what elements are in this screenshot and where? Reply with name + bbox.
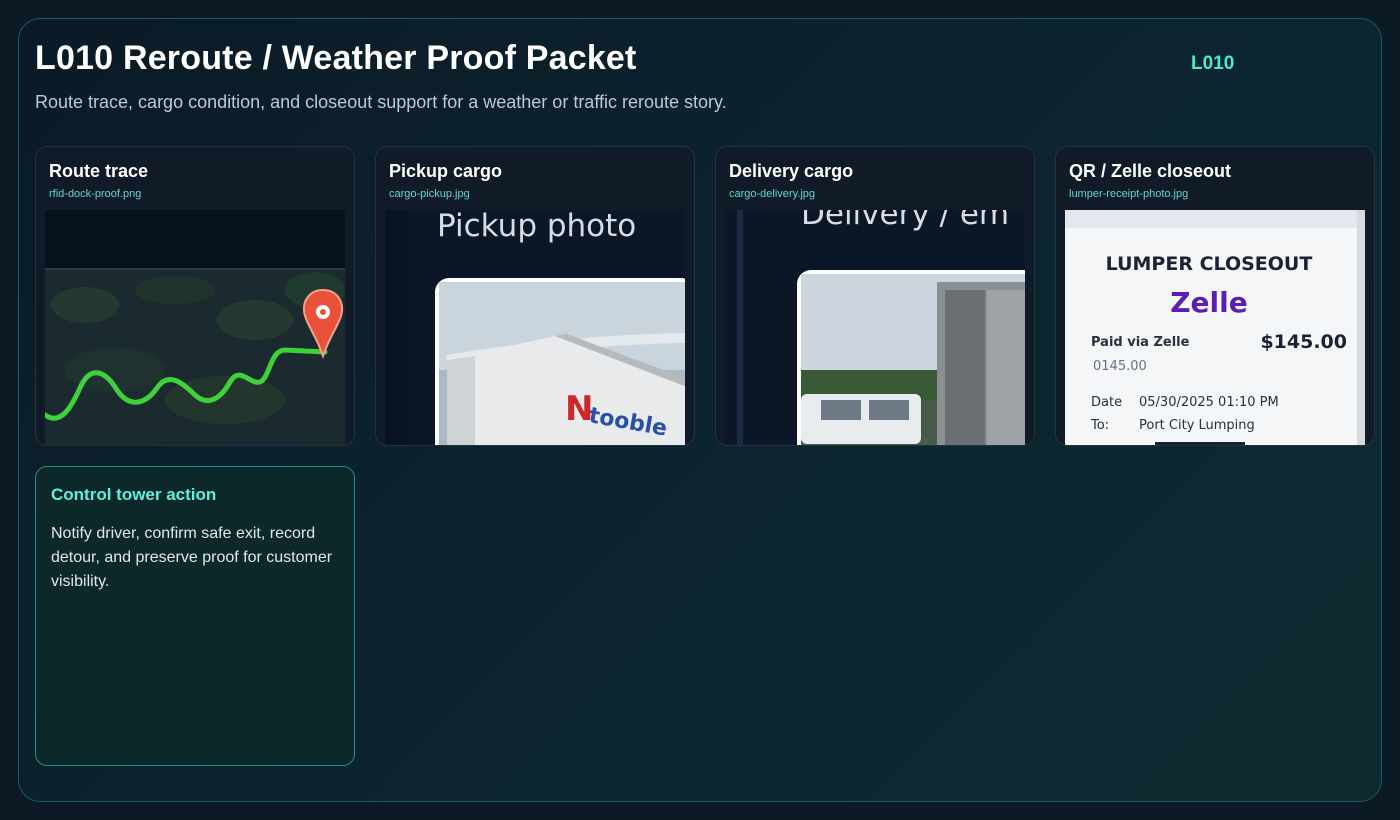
zelle-closeout-card[interactable]: QR / Zelle closeout lumper-receipt-photo… bbox=[1055, 146, 1375, 446]
control-tower-action-card: Control tower action Notify driver, conf… bbox=[35, 466, 355, 766]
pickup-cargo-card[interactable]: Pickup cargo cargo-pickup.jpg Pickup pho… bbox=[375, 146, 695, 446]
svg-text:Zelle: Zelle bbox=[1170, 286, 1247, 319]
card-filename[interactable]: cargo-delivery.jpg bbox=[729, 188, 815, 200]
delivery-cargo-image[interactable]: Delivery / em bbox=[725, 210, 1025, 445]
action-body: Notify driver, confirm safe exit, record… bbox=[51, 525, 333, 590]
delivery-photo: Delivery / em bbox=[725, 210, 1025, 445]
map-route-trace-icon bbox=[45, 210, 345, 445]
page-title: L010 Reroute / Weather Proof Packet bbox=[35, 39, 637, 77]
card-title: Pickup cargo bbox=[389, 161, 503, 181]
svg-text:Delivery / em: Delivery / em bbox=[801, 210, 1009, 232]
action-title: Control tower action bbox=[51, 485, 217, 504]
svg-text:To:: To: bbox=[1090, 418, 1109, 433]
receipt-image[interactable]: LUMPER CLOSEOUT Zelle Paid via Zelle $14… bbox=[1065, 210, 1365, 445]
svg-text:Port City Lumping: Port City Lumping bbox=[1139, 418, 1255, 433]
svg-text:$145.00: $145.00 bbox=[1260, 331, 1347, 353]
svg-text:05/30/2025 01:10 PM: 05/30/2025 01:10 PM bbox=[1139, 395, 1279, 410]
load-badge: L010 bbox=[1191, 53, 1235, 74]
card-title: Delivery cargo bbox=[729, 161, 854, 181]
pickup-cargo-image[interactable]: Pickup photo N tooble bbox=[385, 210, 685, 445]
pickup-photo: Pickup photo N tooble bbox=[385, 210, 685, 445]
svg-text:0145.00: 0145.00 bbox=[1093, 359, 1147, 374]
route-trace-card[interactable]: Route trace rfid-dock-proof.png bbox=[35, 146, 355, 446]
svg-text:Date: Date bbox=[1091, 395, 1122, 410]
svg-text:LUMPER CLOSEOUT: LUMPER CLOSEOUT bbox=[1106, 253, 1313, 275]
proof-packet-panel: L010 Reroute / Weather Proof Packet L010… bbox=[18, 18, 1382, 802]
card-title: QR / Zelle closeout bbox=[1069, 161, 1232, 181]
card-title: Route trace bbox=[49, 161, 149, 181]
delivery-cargo-card[interactable]: Delivery cargo cargo-delivery.jpg Delive… bbox=[715, 146, 1035, 446]
card-filename[interactable]: lumper-receipt-photo.jpg bbox=[1069, 188, 1188, 200]
receipt-photo: LUMPER CLOSEOUT Zelle Paid via Zelle $14… bbox=[1065, 210, 1365, 445]
svg-text:Paid via Zelle: Paid via Zelle bbox=[1091, 335, 1190, 350]
card-filename[interactable]: rfid-dock-proof.png bbox=[49, 188, 141, 200]
svg-text:Pickup photo: Pickup photo bbox=[437, 210, 636, 244]
card-filename[interactable]: cargo-pickup.jpg bbox=[389, 188, 470, 200]
page-subtitle: Route trace, cargo condition, and closeo… bbox=[35, 92, 727, 112]
route-trace-image[interactable] bbox=[45, 210, 345, 445]
